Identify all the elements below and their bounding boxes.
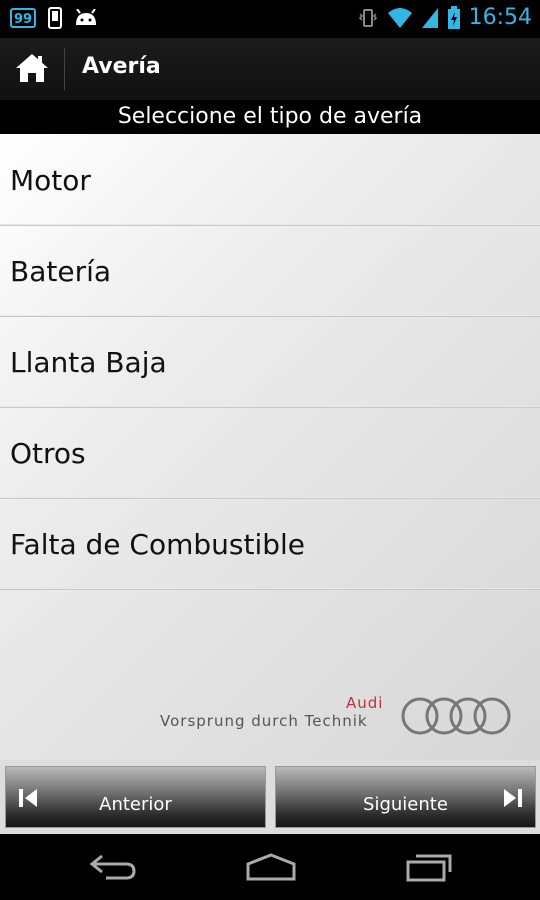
- action-bar: Avería: [0, 38, 540, 101]
- navigation-buttons: Anterior Siguiente: [0, 760, 540, 834]
- wifi-icon: [387, 8, 412, 28]
- previous-button[interactable]: Anterior: [5, 766, 266, 828]
- page-title: Avería: [82, 54, 161, 79]
- android-icon: [76, 9, 96, 25]
- audi-rings-icon: [401, 697, 511, 735]
- list-item-label: Motor: [10, 164, 91, 197]
- list-item-llanta-baja[interactable]: Llanta Baja: [0, 316, 540, 407]
- signal-icon: [421, 8, 438, 28]
- phone-icon: [48, 7, 62, 29]
- list-item-falta-combustible[interactable]: Falta de Combustible: [0, 498, 540, 589]
- home-icon[interactable]: [14, 52, 50, 84]
- back-icon[interactable]: [88, 852, 138, 882]
- brand-logo: Audi Vorsprung durch Technik: [160, 694, 520, 744]
- list-item-label: Otros: [10, 437, 86, 470]
- fault-type-list: Motor Batería Llanta Baja Otros Falta de…: [0, 134, 540, 760]
- home-nav-icon[interactable]: [244, 852, 298, 882]
- list-item-label: Batería: [10, 255, 112, 288]
- system-nav-bar: [0, 834, 540, 900]
- skip-next-icon: [504, 789, 522, 807]
- next-button[interactable]: Siguiente: [275, 766, 536, 828]
- status-bar: 99 16:54: [0, 0, 540, 38]
- skip-previous-icon: [19, 789, 37, 807]
- brand-slogan: Vorsprung durch Technik: [160, 712, 368, 730]
- list-item-otros[interactable]: Otros: [0, 407, 540, 498]
- previous-button-label: Anterior: [99, 794, 172, 815]
- brand-name: Audi: [346, 694, 384, 712]
- list-item-bateria[interactable]: Batería: [0, 225, 540, 316]
- action-bar-divider: [64, 48, 65, 90]
- list-item-motor[interactable]: Motor: [0, 134, 540, 225]
- battery-icon: [447, 6, 460, 29]
- vibrate-icon: [358, 9, 377, 27]
- section-header: Seleccione el tipo de avería: [0, 100, 540, 134]
- list-item-label: Llanta Baja: [10, 346, 167, 379]
- next-button-label: Siguiente: [363, 794, 448, 815]
- status-time: 16:54: [468, 5, 532, 30]
- recent-apps-icon[interactable]: [404, 852, 454, 882]
- notification-99-icon: 99: [10, 8, 36, 28]
- list-item-label: Falta de Combustible: [10, 528, 306, 561]
